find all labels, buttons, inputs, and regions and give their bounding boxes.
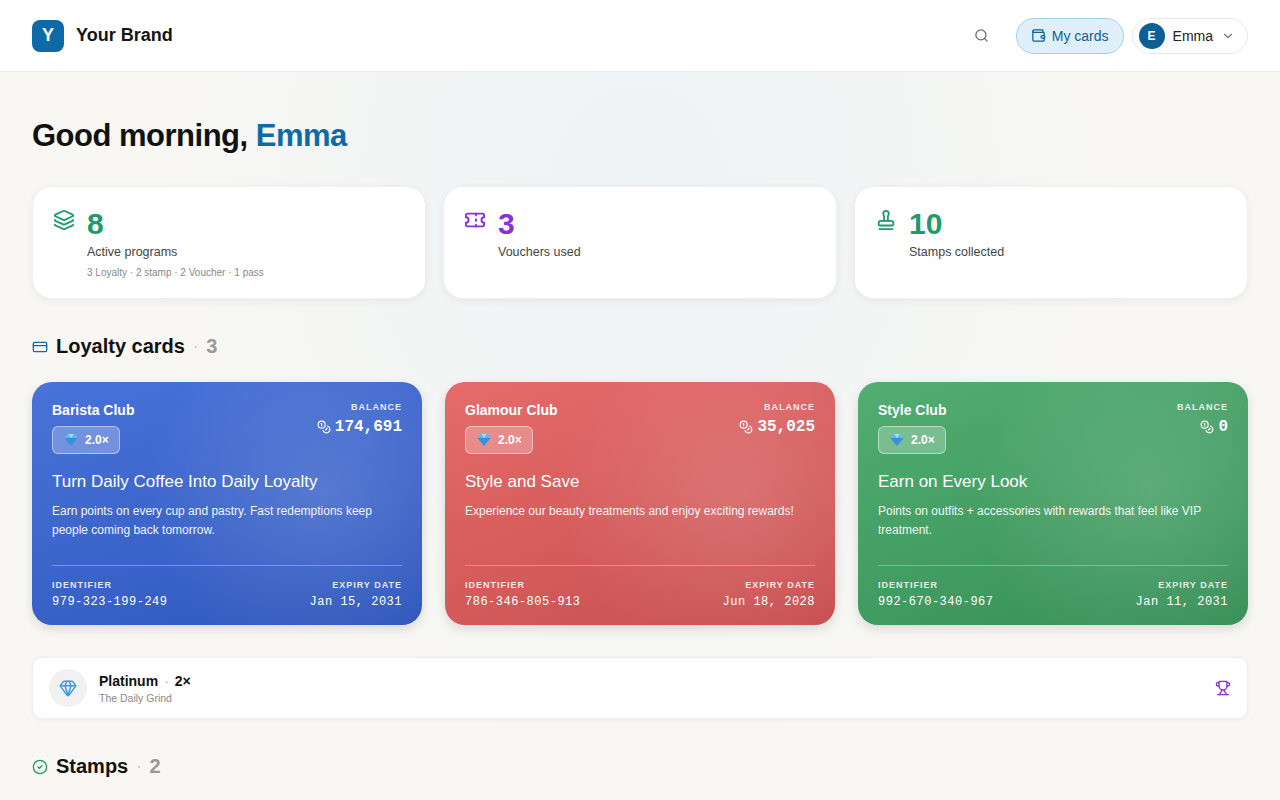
expiry-label: EXPIRY DATE [1158, 580, 1228, 590]
identifier-label: IDENTIFIER [465, 580, 525, 590]
balance-label: BALANCE [764, 402, 815, 412]
section-header: Stamps · 2 [32, 755, 1248, 778]
stat-value: 10 [909, 207, 1004, 241]
brand[interactable]: Y Your Brand [32, 20, 173, 52]
chevron-down-icon [1221, 29, 1235, 43]
my-cards-label: My cards [1052, 28, 1109, 44]
section-header: Loyalty cards · 3 [32, 335, 1248, 358]
card-headline: Turn Daily Coffee Into Daily Loyalty [52, 472, 402, 492]
balance-value: 35,025 [739, 418, 815, 436]
identifier-value: 786-346-805-913 [465, 595, 581, 609]
loyalty-card[interactable]: Style Club 2.0× BALANCE 0 Earn on Every Look… [858, 382, 1248, 625]
balance-value: 174,691 [317, 418, 402, 436]
section-count: 3 [206, 335, 217, 358]
expiry-label: EXPIRY DATE [332, 580, 402, 590]
stat-icon [875, 209, 897, 231]
identifier-value: 979-323-199-249 [52, 595, 168, 609]
my-cards-button[interactable]: My cards [1016, 18, 1124, 54]
stat-label: Vouchers used [498, 245, 581, 259]
loyalty-cards: Barista Club 2.0× BALANCE 174,691 Turn Daily… [32, 382, 1248, 625]
section-count: 2 [150, 755, 161, 778]
brand-name[interactable]: Your Brand [76, 25, 173, 46]
stat-card: 10 Stamps collected [854, 186, 1248, 299]
coins-icon [317, 420, 331, 434]
coins-icon [739, 420, 753, 434]
expiry-value: Jan 15, 2031 [310, 595, 402, 609]
stat-value: 8 [87, 207, 264, 241]
user-name: Emma [1173, 28, 1213, 44]
card-divider [878, 565, 1228, 566]
balance-label: BALANCE [1177, 402, 1228, 412]
main-content: Good morning, Emma 8 Active programs 3 Loya… [0, 72, 1280, 800]
identifier-label: IDENTIFIER [878, 580, 938, 590]
check-circle-icon [32, 759, 48, 775]
greeting: Good morning, Emma [32, 118, 1248, 154]
header: Y Your Brand My cards E Emma [0, 0, 1280, 72]
diamond-icon [476, 432, 492, 448]
coins-icon [1200, 420, 1214, 434]
stat-icon [53, 209, 75, 231]
card-description: Points on outfits + accessories with rew… [878, 502, 1228, 540]
card-divider [465, 565, 815, 566]
stat-label: Active programs [87, 245, 264, 259]
loyalty-card[interactable]: Glamour Club 2.0× BALANCE 35,025 Style and S… [445, 382, 835, 625]
search-icon [974, 28, 989, 43]
header-actions: My cards E Emma [964, 18, 1248, 54]
stat-icon [464, 209, 486, 231]
section-title: Loyalty cards [56, 335, 185, 358]
stat-card: 3 Vouchers used [443, 186, 837, 299]
expiry-value: Jan 11, 2031 [1136, 595, 1228, 609]
card-description: Experience our beauty treatments and enj… [465, 502, 815, 521]
card-name: Style Club [878, 402, 946, 418]
search-button[interactable] [964, 18, 1000, 54]
gem-icon [59, 679, 77, 697]
balance-value: 0 [1200, 418, 1228, 436]
stats-grid: 8 Active programs 3 Loyalty · 2 stamp · 2 … [32, 186, 1248, 299]
stat-detail: 3 Loyalty · 2 stamp · 2 Voucher · 1 pass [87, 267, 264, 278]
wallet-icon [1031, 28, 1046, 43]
trophy-icon [1215, 680, 1231, 696]
credit-card-icon [32, 339, 48, 355]
user-menu[interactable]: E Emma [1132, 18, 1248, 54]
greeting-name: Emma [256, 118, 347, 153]
brand-logo[interactable]: Y [32, 20, 64, 52]
tier-badge: 2.0× [465, 426, 533, 454]
card-headline: Style and Save [465, 472, 815, 492]
section-title: Stamps [56, 755, 128, 778]
card-name: Barista Club [52, 402, 134, 418]
tier-program: The Daily Grind [99, 692, 1203, 704]
card-name: Glamour Club [465, 402, 558, 418]
tier-title: Platinum·2× [99, 673, 1203, 689]
loyalty-card[interactable]: Barista Club 2.0× BALANCE 174,691 Turn Daily… [32, 382, 422, 625]
identifier-label: IDENTIFIER [52, 580, 112, 590]
stat-value: 3 [498, 207, 581, 241]
card-divider [52, 565, 402, 566]
tier-badge: 2.0× [52, 426, 120, 454]
expiry-value: Jun 18, 2028 [723, 595, 815, 609]
diamond-icon [889, 432, 905, 448]
balance-label: BALANCE [351, 402, 402, 412]
stat-card: 8 Active programs 3 Loyalty · 2 stamp · 2 … [32, 186, 426, 299]
section-separator: · [193, 338, 198, 356]
card-headline: Earn on Every Look [878, 472, 1228, 492]
identifier-value: 992-670-340-967 [878, 595, 994, 609]
user-avatar: E [1139, 23, 1165, 49]
page: YYour BrandMy cardsEEmmaGood morning, Em… [0, 0, 1280, 800]
tier-row[interactable]: Platinum·2× The Daily Grind [32, 657, 1248, 719]
card-description: Earn points on every cup and pastry. Fas… [52, 502, 402, 540]
tier-badge: 2.0× [878, 426, 946, 454]
diamond-icon [63, 432, 79, 448]
section-separator: · [136, 758, 141, 776]
expiry-label: EXPIRY DATE [745, 580, 815, 590]
stat-label: Stamps collected [909, 245, 1004, 259]
